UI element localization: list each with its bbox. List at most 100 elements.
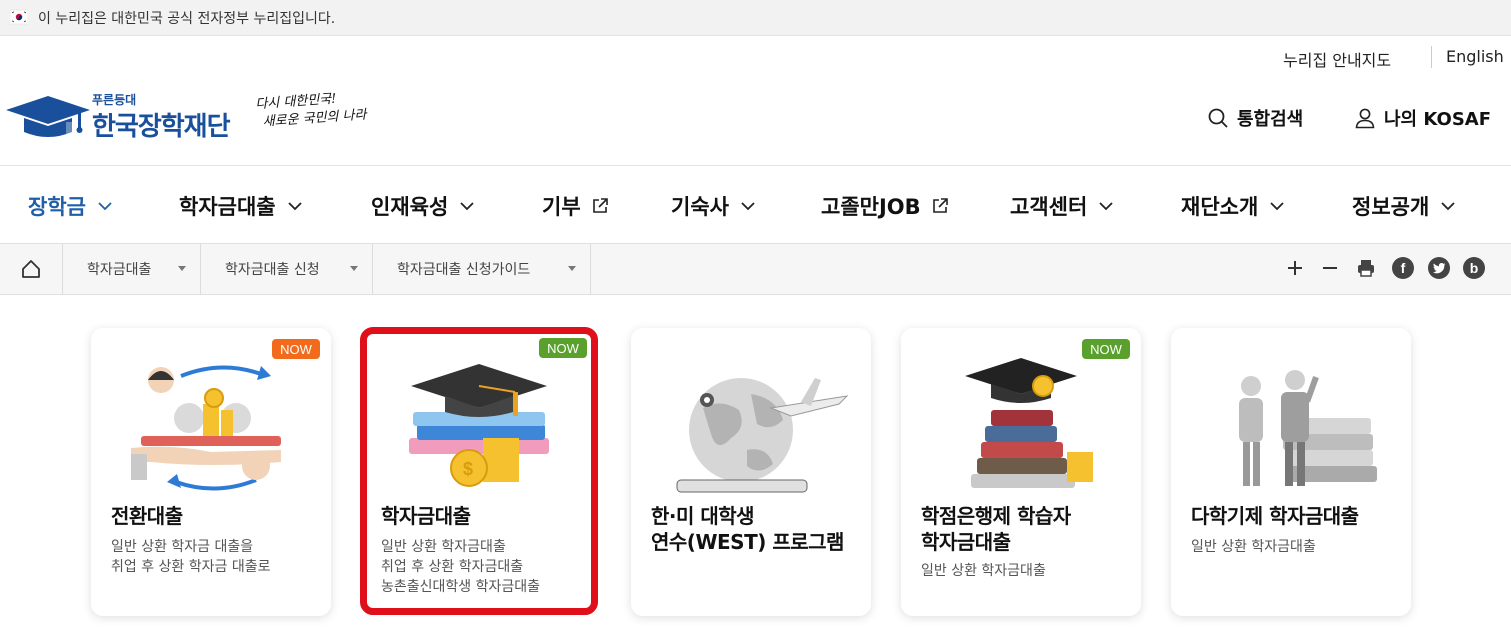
slogan: 다시 대한민국! 새로운 국민의 나라 bbox=[255, 88, 377, 132]
card-desc-line: 일반 상환 학자금 대출을 bbox=[111, 539, 254, 555]
nav-label: 장학금 bbox=[28, 195, 86, 219]
my-kosaf-label: 나의 KOSAF bbox=[1384, 109, 1492, 130]
card-desc-line: 농촌출신대학생 학자금대출 bbox=[381, 579, 541, 595]
nav-student-loan[interactable]: 학자금대출 bbox=[179, 191, 304, 221]
breadcrumb-level1[interactable]: 학자금대출 bbox=[63, 244, 201, 294]
card-desc-line: 일반 상환 학자금대출 bbox=[921, 563, 1046, 579]
korea-flag-icon bbox=[10, 9, 28, 25]
breadcrumb-label: 학자금대출 신청 bbox=[225, 262, 320, 278]
plus-icon bbox=[1288, 261, 1302, 275]
globe-airplane-illustration bbox=[676, 378, 849, 493]
card-description: 일반 상환 학자금 대출을 취업 후 상환 학자금 대출로 bbox=[111, 537, 321, 577]
card-title-line: 한·미 대학생 bbox=[651, 504, 755, 528]
nav-label: 재단소개 bbox=[1181, 195, 1259, 219]
nav-donation[interactable]: 기부 bbox=[542, 191, 609, 221]
card-student-loan[interactable]: NOW $ 학자금대출 일반 상환 학자금대출 취업 후 상환 학자금대출 농촌… bbox=[360, 327, 598, 615]
external-link-icon bbox=[592, 198, 608, 213]
card-description: 일반 상환 학자금대출 bbox=[1191, 537, 1401, 557]
chevron-down-icon bbox=[460, 202, 474, 211]
card-desc-line: 취업 후 상환 학자금대출 bbox=[381, 559, 524, 575]
card-title-line: 학점은행제 학습자 bbox=[921, 504, 1071, 528]
user-icon bbox=[1355, 108, 1375, 129]
kosaf-logo[interactable]: 푸른등대 한국장학재단 bbox=[6, 88, 246, 144]
nav-label: 기부 bbox=[542, 195, 581, 219]
nav-about[interactable]: 재단소개 bbox=[1181, 191, 1286, 221]
card-desc-line: 일반 상환 학자금대출 bbox=[1191, 539, 1316, 555]
card-multi-semester-loan[interactable]: 다학기제 학자금대출 일반 상환 학자금대출 bbox=[1171, 328, 1411, 616]
zoom-in-button[interactable] bbox=[1284, 257, 1306, 279]
card-title: 학점은행제 학습자 학자금대출 bbox=[921, 503, 1131, 555]
breadcrumb-label: 학자금대출 bbox=[87, 262, 152, 278]
facebook-share-button[interactable]: f bbox=[1392, 257, 1414, 279]
utility-divider bbox=[1431, 46, 1432, 68]
logo-name: 한국장학재단 bbox=[92, 112, 231, 142]
nav-customer-center[interactable]: 고객센터 bbox=[1010, 191, 1115, 221]
nav-label: 정보공개 bbox=[1352, 195, 1430, 219]
nav-talent[interactable]: 인재육성 bbox=[371, 191, 476, 221]
chevron-down-icon bbox=[741, 202, 755, 211]
nav-disclosure[interactable]: 정보공개 bbox=[1352, 191, 1457, 221]
nav-label: 학자금대출 bbox=[179, 195, 276, 219]
english-link[interactable]: English bbox=[1446, 47, 1504, 66]
graduation-cap-logo-icon bbox=[6, 96, 90, 137]
nav-label: 인재육성 bbox=[371, 195, 449, 219]
caret-down-icon bbox=[178, 266, 186, 271]
twitter-share-button[interactable] bbox=[1428, 257, 1450, 279]
nav-label: 고객센터 bbox=[1010, 195, 1088, 219]
nav-label: 고졸만JOB bbox=[821, 195, 921, 219]
blog-icon: b bbox=[1463, 257, 1485, 279]
home-button[interactable] bbox=[0, 244, 63, 294]
breadcrumb-level2[interactable]: 학자금대출 신청 bbox=[201, 244, 373, 294]
external-link-icon bbox=[932, 198, 948, 213]
graduation-cap-books-illustration bbox=[965, 358, 1093, 488]
sitemap-link[interactable]: 누리집 안내지도 bbox=[1283, 47, 1391, 71]
now-badge: NOW bbox=[272, 339, 320, 359]
breadcrumb-level3[interactable]: 학자금대출 신청가이드 bbox=[373, 244, 591, 294]
breadcrumb-label: 학자금대출 신청가이드 bbox=[397, 262, 531, 278]
card-title: 다학기제 학자금대출 bbox=[1191, 504, 1359, 528]
students-books-illustration bbox=[1239, 370, 1377, 486]
card-desc-line: 일반 상환 학자금대출 bbox=[381, 539, 506, 555]
search-icon bbox=[1208, 108, 1228, 128]
card-description: 일반 상환 학자금대출 취업 후 상환 학자금대출 농촌출신대학생 학자금대출 bbox=[381, 537, 581, 597]
caret-down-icon bbox=[350, 266, 358, 271]
card-title: 전환대출 bbox=[111, 504, 183, 528]
card-conversion-loan[interactable]: NOW 전환대출 일반 상환 학자금 대출을 취업 후 상환 학자금 대출로 bbox=[91, 328, 331, 616]
integrated-search-button[interactable]: 통합검색 bbox=[1207, 105, 1303, 131]
nav-scholarship[interactable]: 장학금 bbox=[28, 191, 114, 221]
twitter-icon bbox=[1428, 257, 1450, 279]
gov-banner-text[interactable]: 이 누리집은 대한민국 공식 전자정부 누리집입니다. bbox=[38, 8, 335, 28]
nav-job[interactable]: 고졸만JOB bbox=[821, 191, 949, 221]
minus-icon bbox=[1323, 267, 1337, 269]
card-title-line: 학자금대출 bbox=[921, 530, 1011, 554]
card-west-program[interactable]: 한·미 대학생 연수(WEST) 프로그램 bbox=[631, 328, 871, 616]
money-exchange-illustration bbox=[131, 365, 281, 491]
card-credit-bank-loan[interactable]: NOW 학점은행제 학습자 학자금대출 일반 상환 학자금대출 bbox=[901, 328, 1141, 616]
print-icon bbox=[1358, 260, 1374, 277]
card-title-line: 연수(WEST) 프로그램 bbox=[651, 530, 844, 554]
chevron-down-icon bbox=[287, 202, 302, 211]
chevron-down-icon bbox=[1441, 202, 1455, 211]
svg-text:$: $ bbox=[463, 459, 473, 479]
caret-down-icon bbox=[568, 266, 576, 271]
card-desc-line: 취업 후 상환 학자금 대출로 bbox=[111, 559, 271, 575]
now-badge: NOW bbox=[539, 338, 587, 358]
print-button[interactable] bbox=[1355, 257, 1377, 279]
gov-banner: 이 누리집은 대한민국 공식 전자정부 누리집입니다. bbox=[0, 0, 1511, 36]
header-divider bbox=[0, 165, 1511, 166]
chevron-down-icon bbox=[1099, 202, 1113, 211]
chevron-down-icon bbox=[98, 202, 112, 211]
graduation-books-illustration: $ bbox=[409, 364, 549, 487]
nav-dormitory[interactable]: 기숙사 bbox=[671, 191, 757, 221]
facebook-icon: f bbox=[1392, 257, 1414, 279]
nav-label: 기숙사 bbox=[671, 195, 729, 219]
home-icon bbox=[22, 260, 40, 278]
card-description: 일반 상환 학자금대출 bbox=[921, 561, 1131, 581]
search-label: 통합검색 bbox=[1237, 109, 1304, 130]
my-kosaf-button[interactable]: 나의 KOSAF bbox=[1354, 105, 1491, 131]
now-badge: NOW bbox=[1082, 339, 1130, 359]
blog-share-button[interactable]: b bbox=[1463, 257, 1485, 279]
zoom-out-button[interactable] bbox=[1319, 257, 1341, 279]
card-title: 한·미 대학생 연수(WEST) 프로그램 bbox=[651, 503, 861, 555]
chevron-down-icon bbox=[1270, 202, 1284, 211]
